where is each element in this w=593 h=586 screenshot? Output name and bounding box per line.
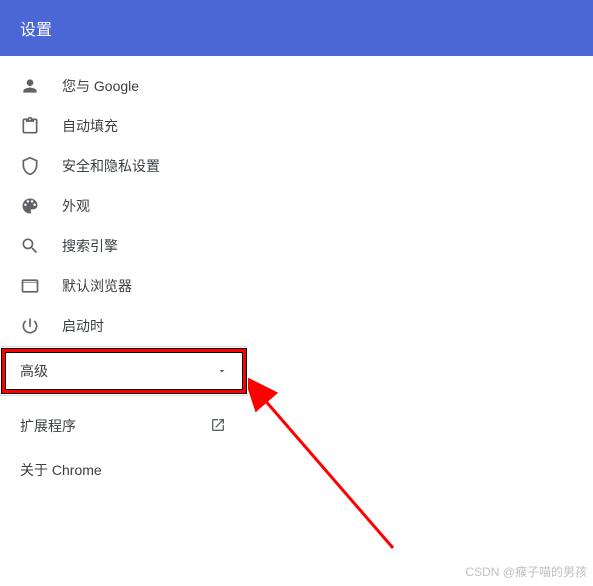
sidebar-item-label: 默认浏览器: [62, 276, 228, 296]
sidebar-item-autofill[interactable]: 自动填充: [0, 106, 248, 146]
search-icon: [20, 236, 40, 256]
sidebar-bottom-section: 扩展程序 关于 Chrome: [0, 396, 248, 492]
sidebar-item-search-engine[interactable]: 搜索引擎: [0, 226, 248, 266]
advanced-label: 高级: [20, 361, 48, 381]
power-icon: [20, 316, 40, 336]
page-title: 设置: [20, 22, 52, 39]
sidebar-item-label: 安全和隐私设置: [62, 156, 228, 176]
browser-icon: [20, 276, 40, 296]
appearance-icon: [20, 196, 40, 216]
extensions-label: 扩展程序: [20, 416, 76, 436]
sidebar-item-you-and-google[interactable]: 您与 Google: [0, 66, 248, 106]
external-link-icon: [210, 417, 228, 435]
autofill-icon: [20, 116, 40, 136]
sidebar-item-label: 启动时: [62, 316, 228, 336]
chevron-down-icon: [216, 365, 228, 377]
sidebar-item-extensions[interactable]: 扩展程序: [0, 404, 248, 448]
sidebar-item-privacy-security[interactable]: 安全和隐私设置: [0, 146, 248, 186]
sidebar-item-about-chrome[interactable]: 关于 Chrome: [0, 448, 248, 492]
about-label: 关于 Chrome: [20, 460, 102, 480]
sidebar-item-label: 外观: [62, 196, 228, 216]
sidebar-item-label: 搜索引擎: [62, 236, 228, 256]
sidebar-item-default-browser[interactable]: 默认浏览器: [0, 266, 248, 306]
watermark-text: CSDN @瘊子喵的男孩: [465, 563, 587, 580]
sidebar-item-label: 您与 Google: [62, 76, 228, 96]
sidebar-item-label: 自动填充: [62, 116, 228, 136]
sidebar-item-appearance[interactable]: 外观: [0, 186, 248, 226]
person-icon: [20, 76, 40, 96]
sidebar-item-advanced[interactable]: 高级: [0, 346, 248, 396]
security-icon: [20, 156, 40, 176]
sidebar-item-on-startup[interactable]: 启动时: [0, 306, 248, 346]
settings-header: 设置: [0, 0, 593, 56]
annotation-arrow: [248, 378, 408, 558]
settings-sidebar: 您与 Google 自动填充 安全和隐私设置 外观 搜索引擎 默认浏览器: [0, 56, 248, 492]
